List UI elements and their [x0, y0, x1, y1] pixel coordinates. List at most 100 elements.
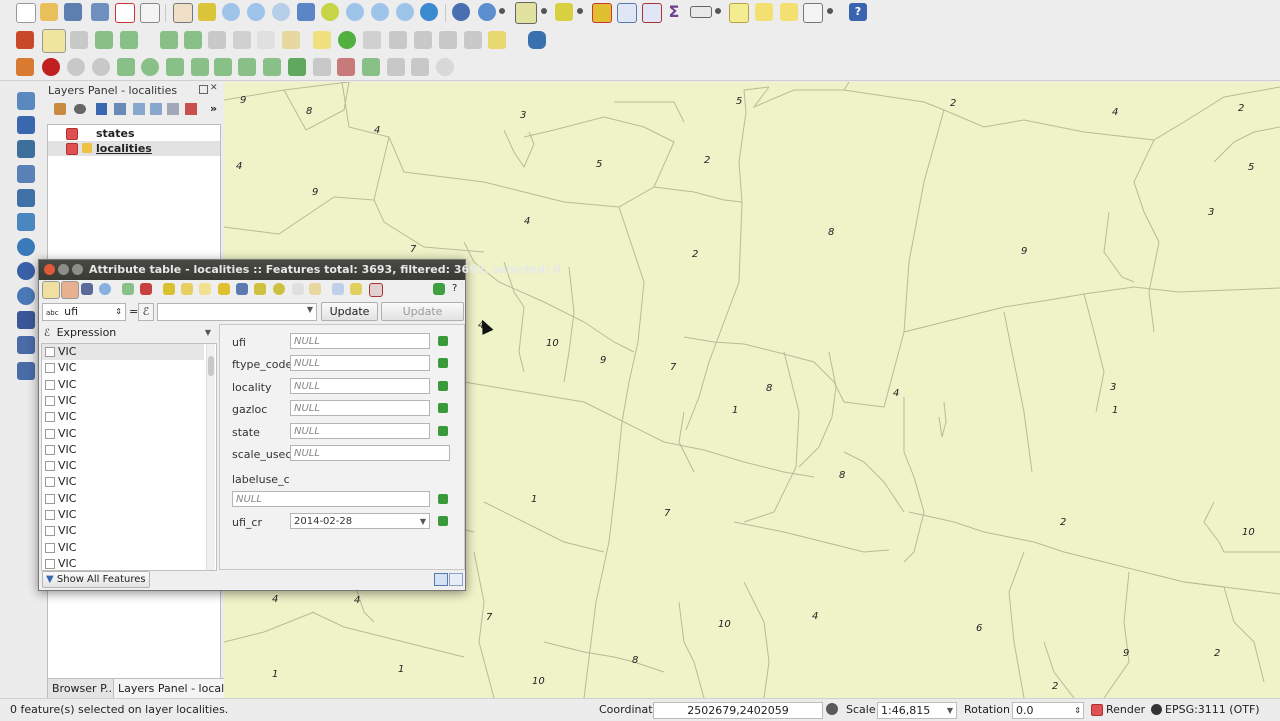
redo-icon[interactable]: [92, 58, 110, 76]
list-item[interactable]: VIC: [42, 360, 204, 376]
merge-features-icon[interactable]: [362, 58, 380, 76]
offset-curve-icon[interactable]: [288, 58, 306, 76]
tab-browser-panel[interactable]: Browser P...: [47, 678, 117, 699]
feature-checkbox[interactable]: [45, 444, 55, 455]
list-item[interactable]: VIC: [42, 442, 204, 458]
layer-visibility-checkbox[interactable]: [66, 143, 78, 155]
new-gps-layer-icon[interactable]: [17, 362, 35, 380]
panel-close-icon[interactable]: ✕: [210, 84, 219, 93]
delete-ring-icon[interactable]: [214, 58, 232, 76]
chevron-down-icon[interactable]: [541, 8, 547, 14]
save-edits-icon[interactable]: [70, 31, 88, 49]
expression-header[interactable]: ℰ Expression ▼: [41, 324, 215, 341]
chevron-down-icon[interactable]: ▼: [205, 324, 211, 341]
help-icon[interactable]: ?: [452, 283, 457, 294]
add-field-icon[interactable]: [438, 336, 448, 346]
new-field-icon[interactable]: [332, 283, 344, 295]
expression-input[interactable]: ▼: [157, 303, 317, 321]
add-field-icon[interactable]: [438, 516, 448, 526]
list-item[interactable]: VIC: [42, 426, 204, 442]
add-wfs-layer-icon[interactable]: [17, 287, 35, 305]
add-field-icon[interactable]: [438, 358, 448, 368]
composer-manager-icon[interactable]: [140, 3, 160, 23]
list-item[interactable]: VIC: [42, 409, 204, 425]
feature-checkbox[interactable]: [45, 461, 55, 472]
list-item[interactable]: VIC: [42, 458, 204, 474]
coordinate-input[interactable]: 2502679,2402059: [653, 702, 823, 719]
add-vector-layer-icon[interactable]: [17, 92, 35, 110]
layer-visibility-checkbox[interactable]: [66, 128, 78, 140]
refresh-icon[interactable]: [420, 3, 438, 21]
form-input-labeluse-c[interactable]: NULL: [232, 491, 430, 507]
delete-field-icon[interactable]: [350, 283, 362, 295]
feature-checkbox[interactable]: [45, 542, 55, 553]
zoom-to-selection-icon[interactable]: [321, 3, 339, 21]
add-mssql-layer-icon[interactable]: [17, 189, 35, 207]
add-field-icon[interactable]: [438, 381, 448, 391]
copy-features-icon[interactable]: [257, 31, 275, 49]
advanced-digitizing-icon[interactable]: [16, 58, 34, 76]
feature-checkbox[interactable]: [45, 493, 55, 504]
form-input-ftype-code[interactable]: NULL: [290, 355, 430, 371]
add-raster-layer-icon[interactable]: [17, 116, 35, 134]
add-feature-icon[interactable]: [95, 31, 113, 49]
toggle-editing-pencil-icon[interactable]: [42, 281, 60, 299]
collapse-all-icon[interactable]: [150, 103, 162, 115]
add-feature-icon[interactable]: [122, 283, 134, 295]
zoom-in-icon[interactable]: [222, 3, 240, 21]
undo-icon[interactable]: [67, 58, 85, 76]
feature-list[interactable]: VIC VIC VIC VIC VIC VIC VIC VIC VIC VIC VIC VIC VIC V…: [41, 343, 217, 571]
pan-to-selection-icon[interactable]: [198, 3, 216, 21]
feature-list-scrollbar[interactable]: [206, 344, 215, 570]
manage-visibility-eye-icon[interactable]: [74, 104, 86, 114]
chevron-down-icon[interactable]: ▼: [420, 514, 426, 530]
list-item[interactable]: VIC: [42, 377, 204, 393]
add-circular-string-icon[interactable]: [120, 31, 138, 49]
select-features-icon[interactable]: [515, 2, 537, 24]
list-item[interactable]: VIC: [42, 344, 204, 360]
layer-diagram-icon[interactable]: [338, 31, 356, 49]
dock-attribute-table-icon[interactable]: [433, 283, 445, 295]
list-item[interactable]: VIC: [42, 491, 204, 507]
statistics-sigma-icon[interactable]: Σ: [665, 3, 683, 21]
pan-hand-icon[interactable]: [173, 3, 193, 23]
form-input-locality[interactable]: NULL: [290, 378, 430, 394]
render-checkbox[interactable]: [1091, 704, 1103, 716]
feature-checkbox[interactable]: [45, 379, 55, 390]
rotate-feature-icon[interactable]: [436, 58, 454, 76]
invert-selection-icon[interactable]: [199, 283, 211, 295]
remove-layer-icon[interactable]: [185, 103, 197, 115]
split-parts-icon[interactable]: [337, 58, 355, 76]
rotate-label-icon[interactable]: [464, 31, 482, 49]
zoom-last-icon[interactable]: [371, 3, 389, 21]
select-by-expression-icon[interactable]: [555, 3, 573, 21]
form-input-gazloc[interactable]: NULL: [290, 400, 430, 416]
reload-icon[interactable]: [99, 283, 111, 295]
list-item[interactable]: VIC: [42, 474, 204, 490]
save-project-icon[interactable]: [64, 3, 82, 21]
toggle-editing-pencil-icon[interactable]: [42, 29, 66, 53]
expand-all-icon[interactable]: [133, 103, 145, 115]
switch-to-table-view-icon[interactable]: [449, 573, 463, 586]
form-date-ufi-cr[interactable]: 2014-02-28 ▼: [290, 513, 430, 529]
python-console-icon[interactable]: [528, 31, 546, 49]
pan-to-selection-icon[interactable]: [254, 283, 266, 295]
map-tips-icon[interactable]: [729, 3, 749, 23]
update-selected-button[interactable]: Update Selected: [381, 302, 464, 335]
scale-combobox[interactable]: 1:46,815 ▼: [877, 702, 957, 719]
dialog-title-bar[interactable]: Attribute table - localities :: Features…: [39, 260, 561, 280]
chevron-down-icon[interactable]: [827, 8, 833, 14]
show-hide-labels-icon[interactable]: [414, 31, 432, 49]
feature-checkbox[interactable]: [45, 526, 55, 537]
spin-arrows-icon[interactable]: ⇕: [1074, 703, 1081, 718]
add-db2-layer-icon[interactable]: [17, 213, 35, 231]
add-postgis-layer-icon[interactable]: [17, 140, 35, 158]
move-label-icon[interactable]: [439, 31, 457, 49]
add-ring-icon[interactable]: [141, 58, 159, 76]
show-bookmarks-icon[interactable]: [780, 3, 798, 21]
copy-rows-icon[interactable]: [292, 283, 304, 295]
feature-checkbox[interactable]: [45, 395, 55, 406]
zoom-full-icon[interactable]: [297, 3, 315, 21]
open-layer-styling-icon[interactable]: [54, 103, 66, 115]
highlight-pinned-labels-icon[interactable]: [363, 31, 381, 49]
